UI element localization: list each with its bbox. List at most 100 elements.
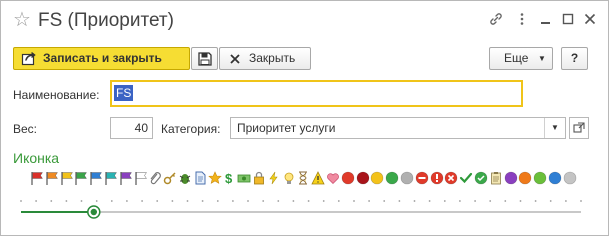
close-button[interactable]: Закрыть	[219, 47, 311, 70]
window-title: FS (Приоритет)	[38, 10, 174, 31]
orange-flag-icon[interactable]	[45, 171, 59, 185]
slider-tick	[262, 200, 265, 202]
minus-circle-icon[interactable]	[430, 171, 444, 185]
document-icon[interactable]	[193, 171, 207, 185]
clipboard-icon[interactable]	[489, 171, 503, 185]
weight-field[interactable]: 40	[110, 117, 153, 139]
icon-palette: $	[30, 171, 592, 187]
category-select[interactable]: Приоритет услуги ▼	[230, 117, 566, 139]
purple-circle-icon[interactable]	[504, 171, 518, 185]
heart-icon[interactable]	[326, 171, 340, 185]
lightbulb-icon[interactable]	[282, 171, 296, 185]
name-field[interactable]: FS	[110, 80, 523, 107]
hourglass-icon[interactable]	[296, 171, 310, 185]
slider-tick	[428, 200, 431, 202]
slider-tick	[35, 200, 37, 202]
purple-flag-icon[interactable]	[119, 171, 133, 185]
save-button[interactable]	[191, 47, 218, 70]
help-button[interactable]: ?	[561, 47, 588, 70]
name-label: Наименование:	[13, 88, 100, 102]
slider-tick	[277, 200, 280, 202]
slider-tick	[549, 200, 552, 202]
help-label: ?	[570, 51, 579, 65]
slider-tick	[247, 200, 249, 202]
slider-tick	[126, 200, 128, 202]
star-icon[interactable]	[207, 171, 222, 185]
warning-icon[interactable]	[311, 171, 325, 185]
slider-tick	[519, 200, 522, 202]
dark-red-circle-icon[interactable]	[356, 171, 370, 185]
save-and-close-label: Записать и закрыть	[43, 51, 162, 65]
orange-circle-icon[interactable]	[518, 171, 532, 185]
blue-circle-icon[interactable]	[548, 171, 562, 185]
slider-tick	[201, 200, 204, 202]
red-flag-icon[interactable]	[30, 171, 44, 185]
error-icon[interactable]	[444, 171, 458, 185]
lock-icon[interactable]	[252, 171, 266, 185]
yellow-flag-icon[interactable]	[60, 171, 74, 185]
star-icon[interactable]: ☆	[13, 9, 31, 31]
white-flag-icon[interactable]	[134, 171, 148, 185]
slider-tick	[156, 200, 159, 202]
check-circle-icon[interactable]	[474, 171, 488, 185]
more-label: Еще	[504, 51, 529, 65]
gray-circle-2-icon[interactable]	[563, 171, 577, 185]
dropdown-arrow-icon: ▼	[538, 54, 546, 63]
slider-tick	[565, 200, 567, 202]
slider-tick	[534, 200, 537, 202]
open-window-icon	[573, 122, 585, 137]
paperclip-icon[interactable]	[148, 171, 162, 185]
close-icon[interactable]	[581, 11, 599, 29]
more-vertical-icon[interactable]	[513, 11, 531, 29]
slider-tick	[80, 200, 83, 202]
slider-tick	[459, 200, 461, 202]
floppy-disk-icon	[197, 51, 213, 67]
lightning-icon[interactable]	[267, 171, 281, 185]
red-circle-icon[interactable]	[341, 171, 355, 185]
slider-tick	[443, 200, 446, 202]
slider-tick	[368, 200, 370, 202]
slider-tick	[216, 200, 219, 202]
money-icon[interactable]	[237, 171, 251, 185]
save-and-close-button[interactable]: Записать и закрыть	[13, 47, 190, 70]
teal-flag-icon[interactable]	[104, 171, 118, 185]
slider-tick	[141, 200, 144, 202]
slider-tick	[322, 200, 325, 202]
blue-flag-icon[interactable]	[89, 171, 103, 185]
form-window: ☆ FS (Приоритет) Записать и закрыть Закр…	[0, 0, 609, 236]
dollar-icon[interactable]: $	[222, 171, 236, 186]
open-category-button[interactable]	[569, 117, 589, 139]
slider-tick	[413, 200, 416, 202]
key-icon[interactable]	[163, 171, 177, 185]
slider-tick	[307, 200, 310, 202]
category-label: Категория:	[161, 122, 221, 136]
link-icon[interactable]	[487, 11, 505, 29]
name-field-value: FS	[114, 85, 134, 101]
minimize-icon[interactable]	[537, 11, 555, 29]
green-flag-icon[interactable]	[74, 171, 88, 185]
slider-tick	[383, 200, 386, 202]
check-icon[interactable]	[459, 171, 473, 185]
maximize-icon[interactable]	[559, 11, 577, 29]
weight-label: Вес:	[13, 122, 38, 136]
slider-tick	[504, 200, 507, 202]
green-circle-icon[interactable]	[385, 171, 399, 185]
slider-tick	[186, 200, 189, 202]
slider-tick	[337, 200, 340, 202]
yellow-circle-icon[interactable]	[370, 171, 384, 185]
close-label: Закрыть	[249, 51, 296, 65]
slider-tick	[110, 200, 113, 202]
dropdown-arrow-icon[interactable]: ▼	[544, 118, 565, 138]
green-circle-2-icon[interactable]	[533, 171, 547, 185]
gray-circle-icon[interactable]	[400, 171, 414, 185]
slider-thumb-dot	[90, 208, 98, 216]
icon-slider[interactable]	[1, 198, 609, 228]
slider-tick	[65, 200, 68, 202]
title-bar: ☆ FS (Приоритет)	[1, 1, 608, 41]
slider-tick	[20, 200, 22, 202]
slider-tick	[474, 200, 476, 202]
more-button[interactable]: Еще ▼	[489, 47, 553, 70]
stop-icon[interactable]	[415, 171, 429, 185]
slider-tick	[50, 200, 53, 202]
bug-icon[interactable]	[178, 171, 192, 185]
